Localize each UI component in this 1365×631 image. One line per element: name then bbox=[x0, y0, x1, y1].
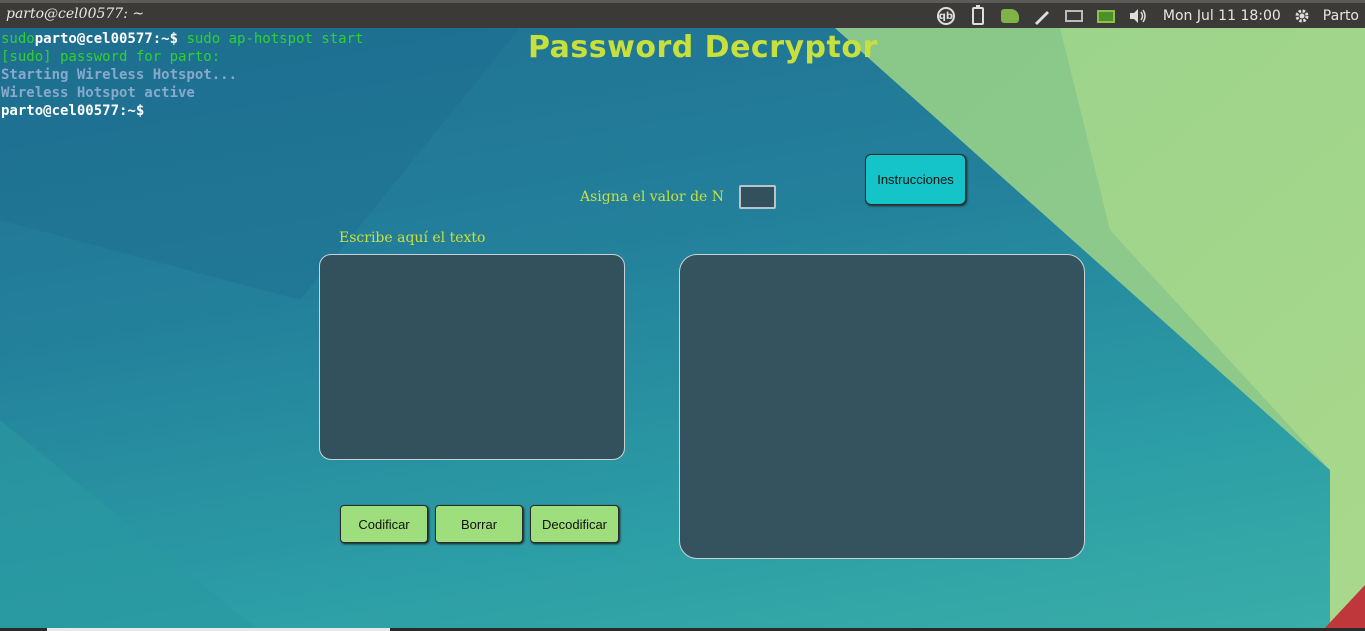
system-tray: qb Mon Jul 11 18:00 Parto bbox=[935, 5, 1359, 27]
terminal-line: [sudo] password for parto: bbox=[1, 49, 221, 65]
terminal-text: sudo bbox=[1, 31, 35, 47]
terminal-prompt: parto@cel00577:~$ bbox=[34, 31, 179, 47]
decode-button[interactable]: Decodificar bbox=[530, 505, 619, 543]
input-textarea[interactable] bbox=[319, 254, 625, 460]
encode-button[interactable]: Codificar bbox=[340, 505, 428, 543]
top-panel: parto@cel00577: ~ qb Mon Jul 11 18:00 Pa… bbox=[0, 0, 1365, 28]
terminal-output: sudoparto@cel00577:~$ sudo ap-hotspot st… bbox=[1, 30, 363, 120]
n-value-label: Asigna el valor de N bbox=[580, 189, 725, 205]
terminal-prompt: parto@cel00577:~$ bbox=[1, 103, 145, 119]
gear-icon[interactable] bbox=[1291, 6, 1313, 26]
green-app-icon[interactable] bbox=[999, 6, 1021, 26]
qbittorrent-icon[interactable]: qb bbox=[935, 6, 957, 26]
instructions-button[interactable]: Instrucciones bbox=[865, 154, 966, 205]
mail-icon[interactable] bbox=[1063, 6, 1085, 26]
pen-tool-icon[interactable] bbox=[1031, 6, 1053, 26]
window-title: parto@cel00577: ~ bbox=[6, 6, 145, 22]
n-value-input[interactable] bbox=[739, 185, 776, 209]
clipboard-icon[interactable] bbox=[967, 5, 989, 26]
volume-icon[interactable] bbox=[1127, 6, 1149, 26]
terminal-line: Wireless Hotspot active bbox=[1, 85, 195, 101]
clock[interactable]: Mon Jul 11 18:00 bbox=[1163, 8, 1281, 24]
user-menu[interactable]: Parto bbox=[1323, 8, 1359, 24]
app-title: Password Decryptor bbox=[528, 30, 878, 65]
clear-button[interactable]: Borrar bbox=[435, 505, 523, 543]
terminal-line: Starting Wireless Hotspot... bbox=[1, 67, 238, 83]
input-text-label: Escribe aquí el texto bbox=[339, 230, 486, 246]
battery-icon[interactable] bbox=[1095, 6, 1117, 26]
output-textarea[interactable] bbox=[679, 254, 1085, 559]
terminal-command: sudo ap-hotspot start bbox=[178, 31, 364, 47]
